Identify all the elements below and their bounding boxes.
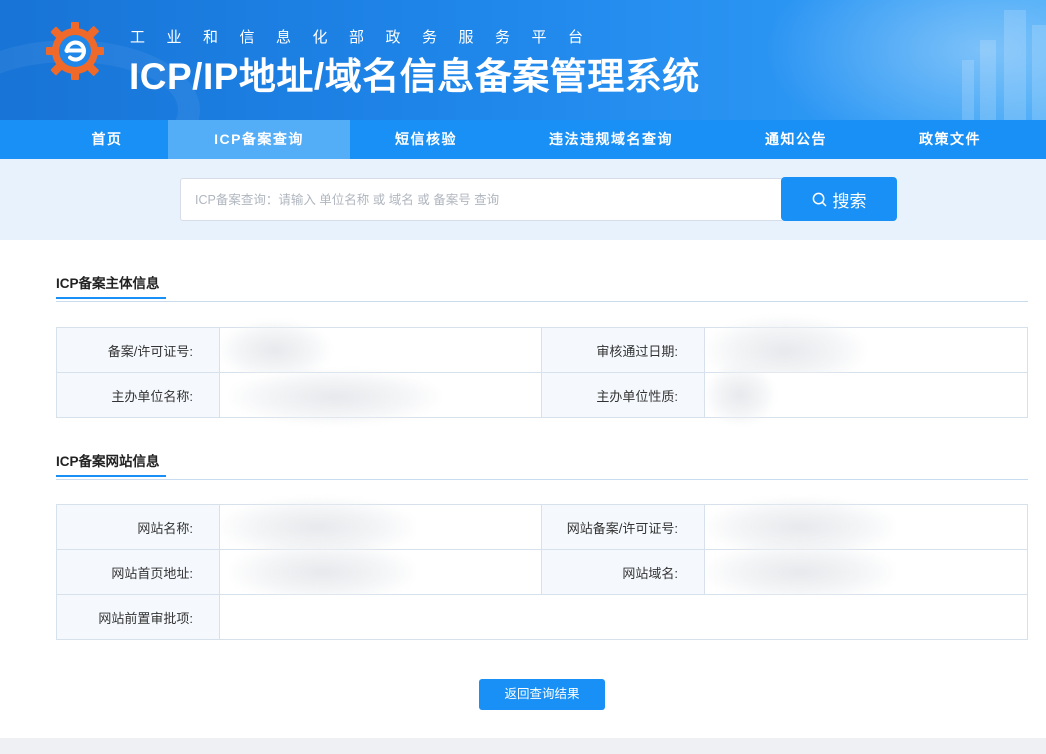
nav-item-policies[interactable]: 政策文件 <box>872 120 1028 159</box>
nav-item-illegal-domain[interactable]: 违法违规域名查询 <box>502 120 720 159</box>
search-input[interactable] <box>180 178 782 221</box>
platform-subtitle: 工业和信息化部政务服务平台 <box>130 29 605 46</box>
label-homepage-url: 网站首页地址: <box>56 549 220 595</box>
search-button-label: 搜索 <box>832 191 867 211</box>
value-organizer-type <box>704 365 1028 425</box>
value-site-domain <box>704 542 1028 602</box>
back-to-results-button[interactable]: 返回查询结果 <box>479 679 605 710</box>
search-icon <box>812 192 826 206</box>
page-title: ICP/IP地址/域名信息备案管理系统 <box>129 56 700 97</box>
table-row: 网站首页地址: 网站域名: <box>56 542 1028 602</box>
label-site-license-no: 网站备案/许可证号: <box>541 504 705 550</box>
label-approval-date: 审核通过日期: <box>541 327 705 373</box>
label-organizer-name: 主办单位名称: <box>56 372 220 418</box>
value-license-no <box>219 320 542 380</box>
section-underline <box>56 475 166 477</box>
label-site-name: 网站名称: <box>56 504 220 550</box>
nav-item-home[interactable]: 首页 <box>46 120 168 159</box>
nav-item-icp-query[interactable]: ICP备案查询 <box>168 120 350 159</box>
label-site-domain: 网站域名: <box>541 549 705 595</box>
search-button[interactable]: 搜索 <box>781 177 897 221</box>
nav-item-notices[interactable]: 通知公告 <box>720 120 872 159</box>
value-homepage-url <box>219 542 542 602</box>
website-section-title: ICP备案网站信息 <box>56 450 166 477</box>
website-info-table: 网站名称: 网站备案/许可证号: 网站首页地址: 网站域名: 网站前置审批项: <box>56 497 1028 640</box>
section-divider <box>56 301 1028 302</box>
search-band: 搜索 <box>0 159 1046 240</box>
banner-glow <box>746 0 1046 120</box>
footer-bar <box>0 738 1046 754</box>
building-decoration <box>1032 25 1046 120</box>
redacted-value <box>705 365 775 425</box>
redacted-value <box>230 542 415 602</box>
gear-e-logo-icon <box>46 22 104 80</box>
value-pre-approval <box>219 594 1028 640</box>
table-row: 网站前置审批项: <box>56 594 1028 640</box>
section-divider <box>56 479 1028 480</box>
table-row: 主办单位名称: 主办单位性质: <box>56 365 1028 425</box>
label-organizer-type: 主办单位性质: <box>541 372 705 418</box>
nav-item-sms-verify[interactable]: 短信核验 <box>350 120 502 159</box>
section-underline <box>56 297 166 299</box>
label-license-no: 备案/许可证号: <box>56 327 220 373</box>
header-banner: 工业和信息化部政务服务平台 ICP/IP地址/域名信息备案管理系统 <box>0 0 1046 120</box>
value-organizer-name <box>219 369 542 425</box>
building-decoration <box>1004 10 1026 120</box>
label-pre-approval: 网站前置审批项: <box>56 594 220 640</box>
redacted-value <box>230 369 440 425</box>
building-decoration <box>962 60 974 120</box>
main-nav: 首页 ICP备案查询 短信核验 违法违规域名查询 通知公告 政策文件 <box>0 120 1046 159</box>
redacted-value <box>705 542 895 602</box>
subject-section-title: ICP备案主体信息 <box>56 272 166 299</box>
building-decoration <box>980 40 996 120</box>
subject-info-table: 备案/许可证号: 审核通过日期: 主办单位名称: 主办单位性质: <box>56 316 1028 425</box>
table-row: 备案/许可证号: 审核通过日期: <box>56 316 1028 386</box>
